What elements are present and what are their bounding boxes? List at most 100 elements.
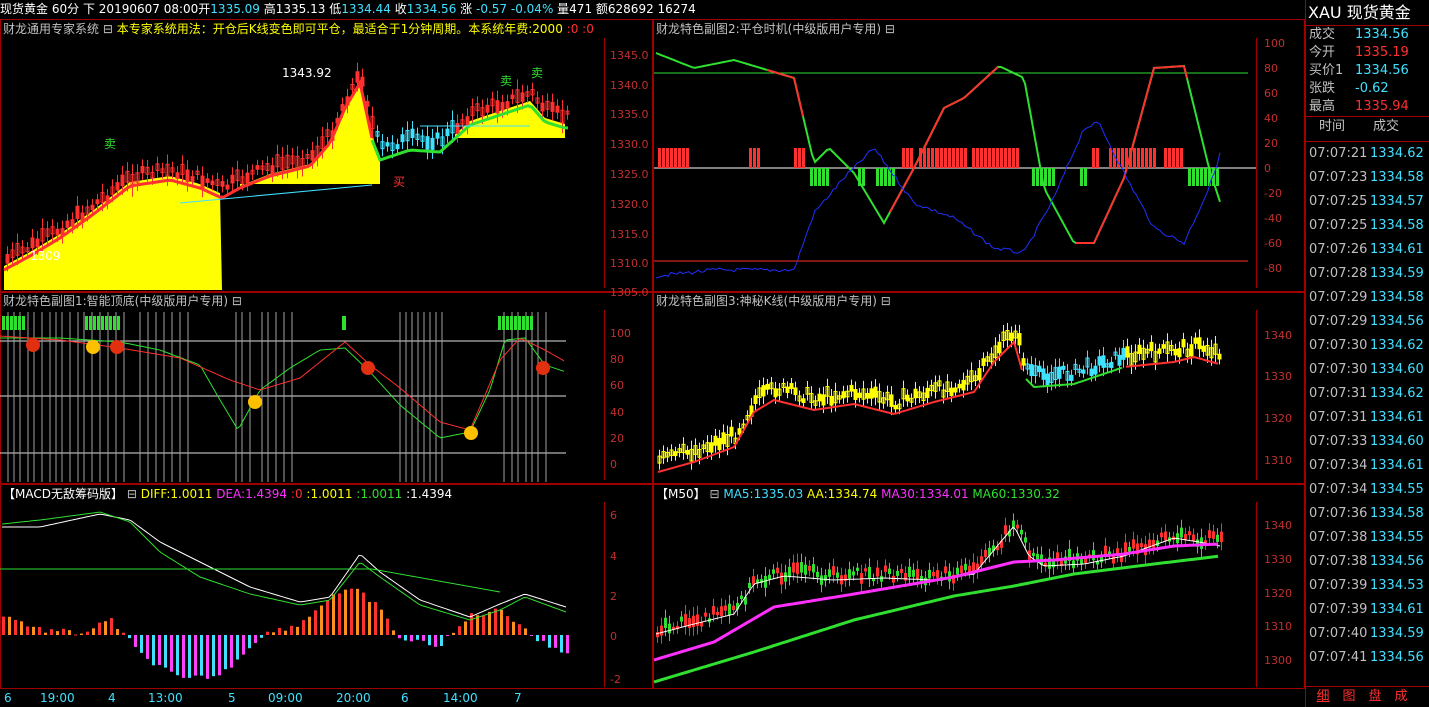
collapse-icon[interactable]: ⊟ [127, 487, 137, 501]
candle-body [1192, 534, 1195, 541]
oscillator-red [1144, 89, 1149, 102]
symbol-name[interactable]: 现货黄金 [0, 2, 48, 16]
candle-body [435, 132, 440, 139]
ma30-value: MA30:1334.01 [881, 487, 969, 501]
collapse-icon[interactable]: ⊟ [232, 294, 242, 308]
main-indicator-name[interactable]: 财龙通用专家系统 [3, 22, 99, 36]
tick-time: 07:07:29 [1309, 314, 1368, 329]
x-tick: 14:00 [443, 691, 478, 705]
top-marker-icon [361, 361, 375, 375]
sub2-indicator-chart[interactable] [654, 38, 1256, 290]
tab-book[interactable]: 盘 [1362, 688, 1388, 706]
tick-time: 07:07:38 [1309, 554, 1368, 569]
signal-bar [514, 316, 517, 330]
candle-body [1121, 347, 1126, 360]
tick-row: 07:07:34 1334.61 [1309, 454, 1427, 478]
candle-body [768, 574, 771, 580]
macd-histogram-bar [434, 635, 437, 647]
macd-v2: :1.0011 [356, 487, 403, 501]
candle-body [764, 576, 767, 588]
candle-body [1069, 374, 1074, 381]
candle-body [796, 562, 799, 575]
collapse-icon[interactable]: ⊟ [885, 22, 895, 36]
sub2-y-axis-line [1256, 38, 1257, 288]
quote-name[interactable]: 现货黄金 [1347, 3, 1411, 22]
ma-chart[interactable] [653, 502, 1256, 688]
period-label[interactable]: 60分 [52, 2, 79, 16]
candle-body [310, 150, 315, 161]
signal-bar [113, 316, 116, 330]
sub1-indicator-chart[interactable] [0, 310, 604, 482]
candle-body [495, 100, 500, 114]
collapse-icon[interactable]: ⊟ [709, 487, 719, 501]
signal-bar [530, 316, 533, 330]
candle-body [1117, 354, 1122, 366]
quote-code[interactable]: XAU [1308, 3, 1342, 22]
sub1-title-text[interactable]: 财龙特色副图1:智能顶底(中级版用户专用) [3, 294, 228, 308]
quote-label: 成交 [1309, 27, 1336, 42]
collapse-icon[interactable]: ⊟ [881, 294, 891, 308]
tab-detail[interactable]: 细 [1310, 688, 1336, 706]
tick-row: 07:07:38 1334.55 [1309, 526, 1427, 550]
macd-histogram-bar [344, 589, 347, 635]
ma-name[interactable]: 【M50】 [656, 487, 706, 501]
macd-histogram-bar [548, 635, 551, 648]
ma-y-axis-line [1256, 502, 1257, 687]
y-tick: 1320 [1264, 412, 1292, 425]
oscillator-red [943, 105, 948, 109]
candle-body [555, 105, 560, 113]
candle-body [737, 428, 742, 435]
signal-bar [14, 316, 17, 330]
candle-body [724, 605, 727, 611]
quote-value: 1335.94 [1355, 99, 1409, 114]
sub3-indicator-chart[interactable] [654, 310, 1256, 482]
macd-histogram-bar [110, 618, 113, 635]
candle-body [1124, 542, 1127, 554]
signal-bar [862, 168, 865, 186]
macd-histogram-bar [326, 600, 329, 635]
quote-value: -0.62 [1355, 81, 1389, 96]
macd-name[interactable]: 【MACD无敌筹码版】 [3, 487, 123, 501]
signal-bar [876, 168, 879, 186]
oscillator-red [1108, 203, 1113, 211]
candle-body [928, 569, 931, 579]
sub2-title-text[interactable]: 财龙特色副图2:平仓时机(中级版用户专用) [656, 22, 881, 36]
sub3-title-text[interactable]: 财龙特色副图3:神秘K线(中级版用户专用) [656, 294, 877, 308]
signal-bar [498, 316, 501, 330]
signal-bar [940, 148, 943, 168]
tab-chart[interactable]: 图 [1336, 688, 1362, 706]
x-tick: 20:00 [336, 691, 371, 705]
candle-body [968, 565, 971, 573]
oscillator-red [1111, 197, 1116, 205]
oscillator-red [925, 137, 930, 145]
tick-time: 07:07:25 [1309, 218, 1368, 233]
macd-chart[interactable] [0, 502, 604, 688]
macd-histogram-bar [62, 628, 65, 635]
macd-histogram-bar [104, 621, 107, 635]
oscillator-red [889, 206, 894, 213]
macd-histogram-bar [392, 630, 395, 635]
signal-bar [1121, 148, 1124, 168]
macd-histogram-bar [86, 631, 89, 635]
high-label: 高 [263, 2, 276, 16]
oscillator-red [1114, 190, 1119, 198]
candle-body [977, 368, 982, 381]
y-tick: 20 [610, 432, 624, 445]
candle-body [684, 613, 687, 626]
candle-body [660, 625, 663, 636]
candle-body [1125, 346, 1130, 358]
collapse-icon[interactable]: ⊟ [103, 22, 113, 36]
sub1-panel-title: 财龙特色副图1:智能顶底(中级版用户专用) ⊟ [3, 293, 242, 309]
oscillator-red [976, 82, 981, 87]
candle-body [1021, 358, 1026, 366]
tick-time: 07:07:36 [1309, 506, 1368, 521]
macd-histogram-bar [314, 610, 317, 635]
dea-line [1, 511, 567, 621]
tab-trades[interactable]: 成 [1388, 688, 1414, 706]
candle-body [856, 567, 859, 571]
signal-bar [1176, 148, 1179, 168]
signal-bar [1200, 168, 1203, 186]
quote-value: 1335.19 [1355, 45, 1409, 60]
candle-body [801, 398, 806, 404]
main-panel-title: 财龙通用专家系统 ⊟ 本专家系统用法：开仓后K线变色即可平仓，最适合于1分钟周期… [3, 21, 594, 37]
